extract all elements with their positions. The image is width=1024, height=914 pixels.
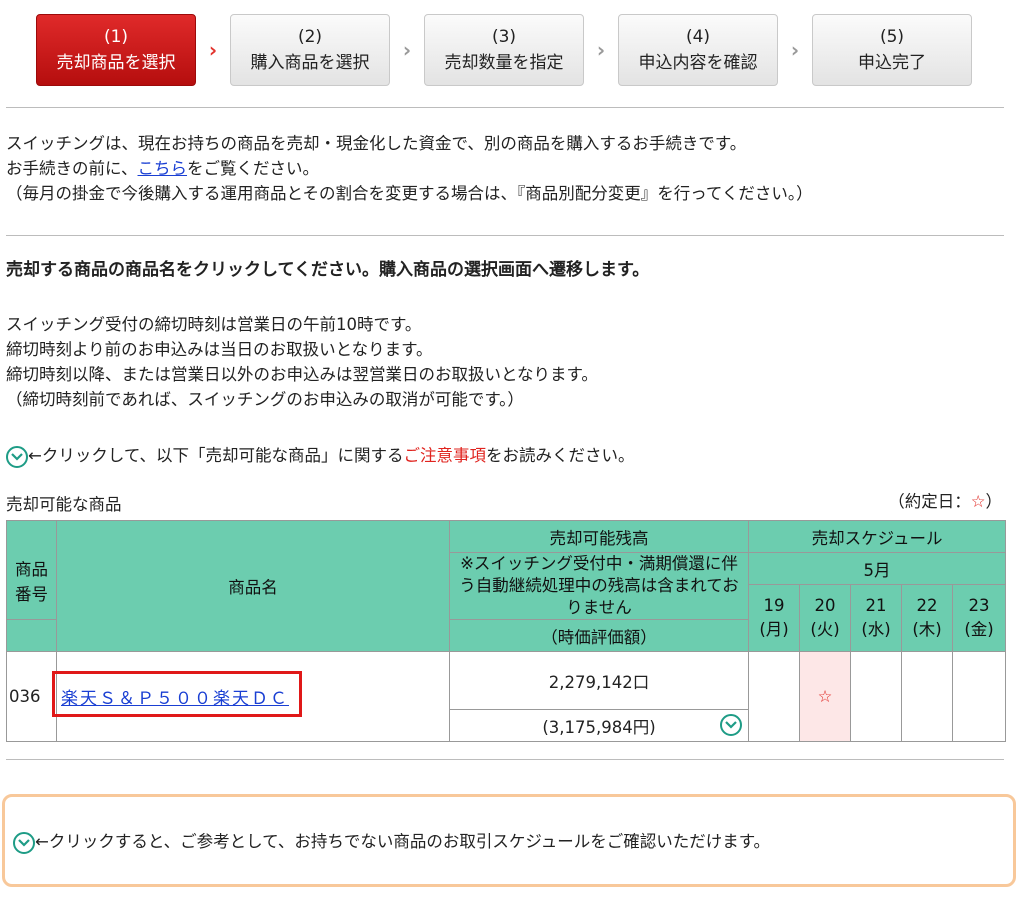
schedule-day-22	[901, 651, 953, 742]
header-product-code: 商品番号	[6, 520, 57, 620]
product-code: 036	[6, 651, 57, 742]
step-5-number: (5)	[879, 27, 905, 47]
rule-line: スイッチング受付の締切時刻は営業日の午前10時です。	[6, 315, 422, 334]
day-of-week: (水)	[861, 620, 891, 639]
star-icon: ☆	[817, 687, 833, 706]
table-caption: 売却可能な商品	[6, 495, 122, 514]
header-schedule-label: 売却スケジュール	[811, 528, 943, 548]
reference-schedule-row: ←クリックすると、ご参考として、お持ちでない商品のお取引スケジュールをご確認いた…	[13, 829, 770, 854]
header-product-name: 商品名	[56, 520, 450, 652]
step-5-label: 申込完了	[858, 53, 926, 73]
valuation-cell: (3,175,984円)	[449, 709, 749, 742]
step-arrow-icon: ›	[402, 38, 412, 62]
day-of-week: (金)	[964, 620, 994, 639]
expand-chevron-icon[interactable]	[13, 831, 35, 854]
deadline-rules: スイッチング受付の締切時刻は営業日の午前10時です。 締切時刻より前のお申込みは…	[6, 312, 598, 412]
step-5: (5) 申込完了	[812, 14, 972, 86]
caution-text-pre: ←クリックして、以下「売却可能な商品」に関する	[28, 446, 404, 465]
step-4-number: (4)	[685, 27, 711, 47]
day-number: 22	[916, 596, 938, 615]
day-number: 21	[865, 596, 887, 615]
guide-link[interactable]: こちら	[138, 159, 188, 178]
step-2: (2) 購入商品を選択	[230, 14, 390, 86]
header-product-name-label: 商品名	[228, 578, 278, 597]
header-balance-note: ※スイッチング受付中・満期償還に伴う自動継続処理中の残高は含まれておりません	[449, 552, 749, 620]
step-1-number: (1)	[103, 27, 129, 47]
rule-line: 締切時刻以降、または営業日以外のお申込みは翌営業日のお取扱いとなります。	[6, 365, 598, 384]
caution-link[interactable]: ご注意事項	[404, 446, 487, 465]
sellable-units: 2,279,142口	[449, 651, 749, 710]
intro-line-1: スイッチングは、現在お持ちの商品を売却・現金化した資金で、別の商品を購入するお手…	[6, 134, 747, 153]
intro-line-3: （毎月の掛金で今後購入する運用商品とその割合を変更する場合は、『商品別配分変更』…	[6, 184, 813, 203]
header-day-21: 21 (水)	[850, 584, 902, 652]
intro-text: スイッチングは、現在お持ちの商品を売却・現金化した資金で、別の商品を購入するお手…	[6, 131, 813, 206]
step-4: (4) 申込内容を確認	[618, 14, 778, 86]
legend-post: ）	[985, 492, 1003, 511]
intro-line-2-post: をご覧ください。	[187, 159, 320, 178]
step-3-label: 売却数量を指定	[444, 53, 564, 73]
step-3: (3) 売却数量を指定	[424, 14, 584, 86]
rule-line: 締切時刻より前のお申込みは当日のお取扱いとなります。	[6, 340, 433, 359]
header-balance: 売却可能残高	[449, 520, 749, 553]
header-valuation: （時価評価額）	[449, 619, 749, 652]
header-balance-label: 売却可能残高	[549, 528, 649, 548]
reference-schedule-text: ←クリックすると、ご参考として、お持ちでない商品のお取引スケジュールをご確認いた…	[35, 832, 771, 851]
header-day-23: 23 (金)	[951, 584, 1007, 652]
schedule-day-23	[951, 651, 1007, 742]
day-number: 20	[814, 596, 836, 615]
step-3-number: (3)	[491, 27, 517, 47]
divider	[6, 759, 1004, 760]
day-of-week: (月)	[759, 620, 789, 639]
day-of-week: (火)	[810, 620, 840, 639]
step-2-label: 購入商品を選択	[250, 53, 370, 73]
schedule-day-19	[748, 651, 800, 742]
step-4-label: 申込内容を確認	[638, 53, 758, 73]
schedule-day-21	[850, 651, 902, 742]
intro-line-2: お手続きの前に、こちらをご覧ください。	[6, 156, 813, 181]
step-arrow-icon: ›	[208, 38, 218, 62]
header-schedule: 売却スケジュール	[747, 520, 1007, 553]
caution-toggle-row: ←クリックして、以下「売却可能な商品」に関するご注意事項をお読みください。	[6, 443, 635, 468]
reference-schedule-panel: ←クリックすると、ご参考として、お持ちでない商品のお取引スケジュールをご確認いた…	[2, 794, 1016, 887]
star-icon: ☆	[970, 492, 986, 511]
step-1-label: 売却商品を選択	[56, 53, 176, 73]
step-arrow-icon: ›	[790, 38, 800, 62]
rule-line: （締切時刻前であれば、スイッチングのお申込みの取消が可能です。）	[6, 390, 524, 409]
step-1: (1) 売却商品を選択	[36, 14, 196, 86]
header-month: 5月	[747, 552, 1007, 585]
divider	[6, 107, 1004, 108]
step-navigation: (1) 売却商品を選択 › (2) 購入商品を選択 › (3) 売却数量を指定 …	[36, 14, 972, 86]
day-number: 23	[968, 596, 990, 615]
schedule-day-20: ☆	[799, 651, 851, 742]
header-day-19: 19 (月)	[748, 584, 800, 652]
day-number: 19	[763, 596, 785, 615]
step-arrow-icon: ›	[596, 38, 606, 62]
expand-chevron-icon[interactable]	[6, 445, 28, 468]
caution-text-post: をお読みください。	[486, 446, 635, 465]
section-heading: 売却する商品の商品名をクリックしてください。購入商品の選択画面へ遷移します。	[6, 260, 650, 280]
header-code-spacer	[6, 619, 57, 652]
settlement-legend: （約定日：☆）	[888, 489, 1002, 514]
header-day-22: 22 (木)	[901, 584, 953, 652]
header-day-20: 20 (火)	[799, 584, 851, 652]
expand-chevron-icon[interactable]	[720, 714, 742, 736]
intro-line-2-pre: お手続きの前に、	[6, 159, 138, 178]
day-of-week: (木)	[912, 620, 942, 639]
valuation-amount: (3,175,984円)	[542, 717, 656, 737]
header-product-code-label: 商品番号	[15, 560, 48, 604]
step-2-number: (2)	[297, 27, 323, 47]
divider	[6, 235, 1004, 236]
highlight-box	[52, 671, 302, 717]
legend-pre: （約定日：	[888, 492, 971, 511]
